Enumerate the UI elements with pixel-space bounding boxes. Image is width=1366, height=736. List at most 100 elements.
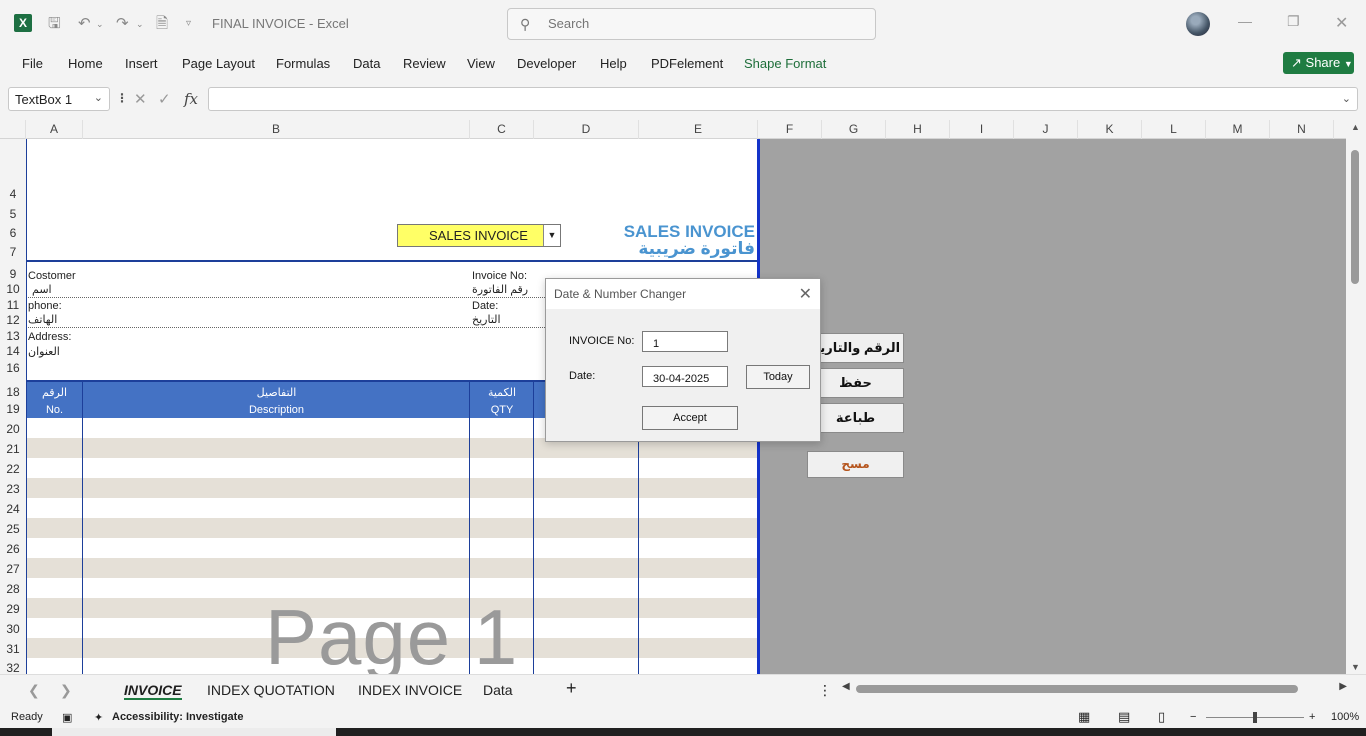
row-header[interactable]: 22 bbox=[0, 462, 26, 476]
accessibility-icon[interactable]: ✦ bbox=[94, 711, 103, 724]
column-header[interactable]: M bbox=[1206, 120, 1270, 139]
chevron-down-icon[interactable]: ⌄ bbox=[94, 91, 103, 104]
tab-next-icon[interactable]: ❯ bbox=[60, 682, 72, 699]
page-layout-view-icon[interactable]: ▤ bbox=[1118, 709, 1130, 725]
menu-help[interactable]: Help bbox=[600, 56, 627, 71]
column-header[interactable]: F bbox=[758, 120, 822, 139]
row-header[interactable]: 11 bbox=[0, 298, 26, 312]
table-row[interactable] bbox=[26, 558, 757, 578]
horizontal-scrollbar[interactable]: ◀ ▶ bbox=[842, 681, 1347, 696]
scroll-right-icon[interactable]: ▶ bbox=[1339, 681, 1347, 692]
menu-file[interactable]: File bbox=[22, 56, 43, 71]
date-input[interactable] bbox=[642, 366, 728, 387]
tab-data[interactable]: Data bbox=[483, 682, 513, 698]
column-header[interactable]: I bbox=[950, 120, 1014, 139]
menu-data[interactable]: Data bbox=[353, 56, 380, 71]
row-header[interactable]: 30 bbox=[0, 622, 26, 636]
menu-page-layout[interactable]: Page Layout bbox=[182, 56, 255, 71]
vertical-scrollbar[interactable]: ▲ ▼ bbox=[1346, 120, 1366, 674]
redo-icon[interactable]: ↷︎ bbox=[116, 15, 129, 33]
more-options-icon[interactable]: ⋮ bbox=[116, 91, 128, 105]
redo-dropdown-icon[interactable]: ⌄ bbox=[136, 15, 144, 33]
zoom-slider-thumb[interactable] bbox=[1253, 712, 1257, 723]
select-all-corner[interactable] bbox=[0, 120, 26, 139]
clear-button[interactable]: مسح bbox=[807, 451, 904, 478]
menu-formulas[interactable]: Formulas bbox=[276, 56, 330, 71]
restore-icon[interactable]: ❐ bbox=[1287, 13, 1300, 30]
row-header[interactable]: 27 bbox=[0, 562, 26, 576]
menu-review[interactable]: Review bbox=[403, 56, 446, 71]
table-row[interactable] bbox=[26, 478, 757, 498]
table-row[interactable] bbox=[26, 538, 757, 558]
macro-record-icon[interactable]: ▣ bbox=[62, 711, 72, 724]
scroll-thumb[interactable] bbox=[856, 685, 1298, 693]
menu-pdfelement[interactable]: PDFelement bbox=[651, 56, 723, 71]
add-sheet-icon[interactable]: + bbox=[566, 678, 577, 699]
cancel-icon[interactable]: ✕ bbox=[134, 90, 147, 108]
row-header[interactable]: 18 bbox=[0, 385, 26, 399]
row-header[interactable]: 4 bbox=[0, 187, 26, 201]
row-header[interactable]: 6 bbox=[0, 226, 26, 240]
dialog-titlebar[interactable]: Date & Number Changer ✕ bbox=[546, 279, 820, 309]
row-header[interactable]: 20 bbox=[0, 422, 26, 436]
row-header[interactable]: 31 bbox=[0, 642, 26, 656]
column-header[interactable]: B bbox=[83, 120, 470, 139]
row-header[interactable]: 5 bbox=[0, 207, 26, 221]
row-header[interactable]: 25 bbox=[0, 522, 26, 536]
column-header[interactable]: K bbox=[1078, 120, 1142, 139]
insert-function-icon[interactable]: fx bbox=[184, 90, 198, 108]
close-icon[interactable]: ✕ bbox=[799, 284, 812, 304]
row-header[interactable]: 24 bbox=[0, 502, 26, 516]
row-header[interactable]: 29 bbox=[0, 602, 26, 616]
print-button[interactable]: طباعة bbox=[807, 403, 904, 433]
column-header[interactable]: H bbox=[886, 120, 950, 139]
normal-view-icon[interactable]: ▦ bbox=[1078, 709, 1090, 725]
column-header[interactable]: G bbox=[822, 120, 886, 139]
table-row[interactable] bbox=[26, 458, 757, 478]
tab-invoice[interactable]: INVOICE bbox=[124, 682, 182, 700]
tab-index-quotation[interactable]: INDEX QUOTATION bbox=[207, 682, 335, 698]
name-box[interactable]: TextBox 1 ⌄ bbox=[8, 87, 110, 111]
column-header[interactable]: C bbox=[470, 120, 534, 139]
row-header[interactable]: 32 bbox=[0, 661, 26, 674]
expand-formula-icon[interactable]: ⌄ bbox=[1342, 92, 1351, 105]
column-header[interactable]: L bbox=[1142, 120, 1206, 139]
dropdown-arrow-icon[interactable]: ▼ bbox=[543, 225, 560, 246]
search-box[interactable]: ⚲ bbox=[507, 8, 876, 40]
table-row[interactable] bbox=[26, 498, 757, 518]
table-row[interactable] bbox=[26, 518, 757, 538]
new-document-icon[interactable]: 🗎 bbox=[156, 15, 168, 33]
formula-input[interactable]: ⌄ bbox=[208, 87, 1358, 111]
invoice-type-dropdown[interactable]: SALES INVOICE ▼ bbox=[397, 224, 561, 247]
row-header[interactable]: 19 bbox=[0, 402, 26, 416]
more-options-icon[interactable]: ⋮ bbox=[818, 682, 832, 699]
user-avatar[interactable] bbox=[1186, 12, 1210, 36]
zoom-in-icon[interactable]: + bbox=[1309, 711, 1315, 723]
accept-button[interactable]: Accept bbox=[642, 406, 738, 430]
menu-shape-format[interactable]: Shape Format bbox=[744, 56, 826, 71]
scroll-thumb[interactable] bbox=[1351, 150, 1359, 284]
undo-icon[interactable]: ↶︎ bbox=[78, 15, 91, 33]
save-icon[interactable]: 🖫 bbox=[48, 15, 61, 33]
customize-toolbar-icon[interactable]: ▿ bbox=[186, 15, 191, 33]
column-header[interactable]: D bbox=[534, 120, 639, 139]
today-button[interactable]: Today bbox=[746, 365, 810, 389]
row-header[interactable]: 10 bbox=[0, 282, 26, 296]
save-button[interactable]: حفظ bbox=[807, 368, 904, 398]
row-header[interactable]: 9 bbox=[0, 267, 26, 281]
close-icon[interactable]: ✕ bbox=[1335, 13, 1348, 33]
share-button[interactable]: ↗ Share ▼ bbox=[1283, 52, 1354, 74]
undo-dropdown-icon[interactable]: ⌄ bbox=[96, 15, 104, 33]
accessibility-status[interactable]: Accessibility: Investigate bbox=[112, 711, 243, 723]
minimize-icon[interactable]: — bbox=[1238, 13, 1252, 29]
column-header[interactable]: N bbox=[1270, 120, 1334, 139]
row-header[interactable]: 28 bbox=[0, 582, 26, 596]
zoom-level[interactable]: 100% bbox=[1331, 711, 1359, 723]
scroll-left-icon[interactable]: ◀ bbox=[842, 681, 850, 692]
column-header[interactable]: J bbox=[1014, 120, 1078, 139]
tab-index-invoice[interactable]: INDEX INVOICE bbox=[358, 682, 462, 698]
row-header[interactable]: 7 bbox=[0, 245, 26, 259]
column-header[interactable]: E bbox=[639, 120, 758, 139]
number-date-button[interactable]: الرقم والتاريخ bbox=[807, 333, 904, 363]
zoom-out-icon[interactable]: − bbox=[1190, 711, 1196, 723]
